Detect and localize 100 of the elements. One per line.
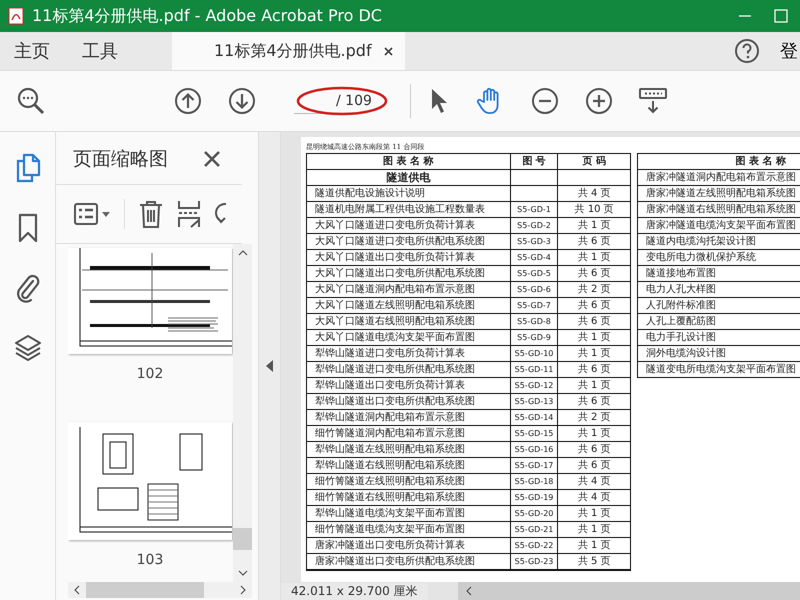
table-cell: 共 10 页: [558, 202, 630, 218]
table-cell: 共 1 页: [558, 538, 630, 554]
document-tab[interactable]: 11标第4分册供电.pdf: [172, 32, 405, 70]
bookmark-icon[interactable]: [18, 213, 38, 243]
table-cell: 共 1 页: [558, 250, 630, 266]
table-cell: 人孔附件标准图: [638, 298, 800, 314]
table-cell: 共 1 页: [558, 506, 630, 522]
collapse-panel-icon[interactable]: [266, 360, 273, 372]
table-cell: 共 6 页: [558, 362, 630, 378]
maximize-icon[interactable]: [774, 9, 788, 23]
scrollbar-thumb[interactable]: [233, 528, 252, 550]
table-cell: 共 6 页: [558, 298, 630, 314]
table-cell: 共 1 页: [558, 522, 630, 538]
table-cell: S5-GD-14: [510, 410, 558, 426]
table-cell: 共 1 页: [558, 426, 630, 442]
table-cell: 细竹箐隧道右线照明配电箱系统图: [306, 490, 510, 506]
table-cell: S5-GD-7: [510, 298, 558, 314]
table-cell: 犁铧山隧道出口变电所供配电系统图: [306, 394, 510, 410]
table-cell: 犁铧山隧道电缆沟支架平面布置图: [306, 506, 510, 522]
table-cell: 隧道接地布置图: [638, 266, 800, 282]
column-header: 图 号: [510, 154, 558, 170]
table-cell: 共 1 页: [558, 346, 630, 362]
table-cell: S5-GD-17: [510, 458, 558, 474]
table-cell: 唐家冲隧道右线照明配电箱系统图: [638, 202, 800, 218]
table-cell: 唐家冲隧道出口变电所负荷计算表: [306, 538, 510, 554]
table-cell: S5-GD-18: [510, 474, 558, 490]
table-cell: 犁铧山隧道进口变电所负荷计算表: [306, 346, 510, 362]
table-cell: 共 2 页: [558, 410, 630, 426]
table-cell: S5-GD-6: [510, 282, 558, 298]
table-cell: 变电所电力微机保护系统: [638, 250, 800, 266]
table-cell: 共 6 页: [558, 394, 630, 410]
search-icon[interactable]: [16, 86, 46, 116]
table-cell: S5-GD-9: [510, 330, 558, 346]
table-cell: S5-GD-8: [510, 314, 558, 330]
horizontal-scrollbar[interactable]: [68, 582, 252, 598]
panel-title: 页面缩略图: [73, 147, 168, 172]
vertical-scrollbar[interactable]: [233, 244, 252, 582]
horizontal-scrollbar[interactable]: [458, 582, 800, 600]
table-cell: 细竹箐隧道左线照明配电箱系统图: [306, 474, 510, 490]
table-cell: 细竹箐隧道洞内配电箱布置示意图: [306, 426, 510, 442]
column-header: 图 表 名 称: [638, 154, 800, 170]
paperclip-icon[interactable]: [14, 273, 40, 303]
table-cell: 唐家冲隧道洞内配电箱布置示意图: [638, 170, 800, 186]
keyboard-download-icon[interactable]: [639, 87, 667, 115]
caret-icon[interactable]: [102, 212, 110, 216]
help-icon[interactable]: [734, 38, 760, 64]
table-cell: S5-GD-1: [510, 202, 558, 218]
table-cell: 细竹箐隧道电缆沟支架平面布置图: [306, 522, 510, 538]
scroll-right-icon[interactable]: [240, 585, 246, 595]
table-cell: 隧道机电附属工程供电设施工程数量表: [306, 202, 510, 218]
zoom-out-icon[interactable]: [531, 87, 559, 115]
page-thumbnail[interactable]: [68, 248, 232, 354]
table-cell: S5-GD-16: [510, 442, 558, 458]
table-cell: 犁铧山隧道右线照明配电箱系统图: [306, 458, 510, 474]
scroll-down-icon[interactable]: [238, 570, 248, 576]
table-cell: 大风丫口隧道左线照明配电箱系统图: [306, 298, 510, 314]
pointer-icon[interactable]: [429, 87, 449, 115]
table-cell: 电力人孔大样图: [638, 282, 800, 298]
scrollbar-thumb[interactable]: [86, 582, 204, 598]
previous-page-icon[interactable]: [174, 87, 202, 115]
sign-in-link[interactable]: 登: [780, 39, 798, 63]
layers-icon[interactable]: [14, 334, 42, 362]
table-cell: 共 6 页: [558, 314, 630, 330]
table-cell: S5-GD-3: [510, 234, 558, 250]
trash-icon[interactable]: [139, 200, 163, 228]
page-number-label: 102: [136, 366, 164, 382]
table-cell: 共 1 页: [558, 330, 630, 346]
window-title: 11标第4分册供电.pdf - Adobe Acrobat Pro DC: [32, 6, 382, 26]
pages-icon[interactable]: [14, 153, 40, 183]
close-icon[interactable]: [384, 46, 393, 56]
table-cell: 洞外电缆沟设计图: [638, 346, 800, 362]
close-icon[interactable]: [204, 151, 220, 167]
scroll-left-icon[interactable]: [74, 585, 80, 595]
table-cell: 犁铧山隧道进口变电所供配电系统图: [306, 362, 510, 378]
table-cell: S5-GD-21: [510, 522, 558, 538]
scroll-left-icon[interactable]: [466, 586, 472, 596]
table-cell: 大风丫口隧道进口变电所供配电系统图: [306, 234, 510, 250]
table-cell: 犁铧山隧道出口变电所负荷计算表: [306, 378, 510, 394]
nav-tab[interactable]: 主页: [0, 32, 68, 70]
extract-pages-icon[interactable]: [177, 200, 201, 228]
scroll-up-icon[interactable]: [238, 250, 248, 256]
table-cell: S5-GD-12: [510, 378, 558, 394]
table-cell: 隧道变电所电缆沟支架平面布置图: [638, 362, 800, 378]
nav-tab[interactable]: 工具: [68, 32, 136, 70]
column-header: 图 表 名 称: [306, 154, 510, 170]
table-cell: 共 6 页: [558, 458, 630, 474]
zoom-in-icon[interactable]: [585, 87, 613, 115]
table-cell: 共 6 页: [558, 266, 630, 282]
page-thumbnail[interactable]: [68, 422, 232, 540]
table-cell: 唐家冲隧道电缆沟支架平面布置图: [638, 218, 800, 234]
table-cell: S5-GD-19: [510, 490, 558, 506]
page-total: / 109: [336, 93, 372, 109]
options-dropdown[interactable]: [74, 203, 110, 225]
document-tab-label[interactable]: 11标第4分册供电.pdf: [214, 40, 372, 62]
table-cell: 隧道内电缆沟托架设计图: [638, 234, 800, 250]
table-cell: 唐家冲隧道左线照明配电箱系统图: [638, 186, 800, 202]
table-cell: 电力手孔设计图: [638, 330, 800, 346]
table-cell: 大风丫口隧道出口变电所供配电系统图: [306, 266, 510, 282]
next-page-icon[interactable]: [228, 87, 256, 115]
table-cell: S5-GD-15: [510, 426, 558, 442]
